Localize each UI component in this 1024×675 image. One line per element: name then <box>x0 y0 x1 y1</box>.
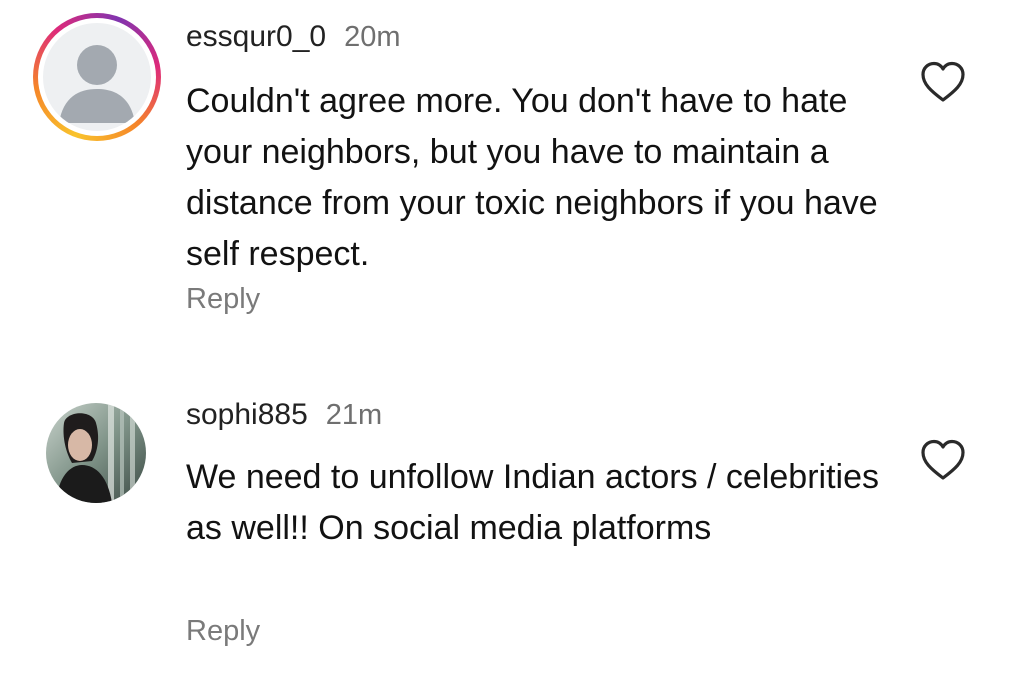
heart-outline-icon[interactable] <box>919 438 967 482</box>
default-user-avatar-icon <box>43 23 151 131</box>
avatar-ring-gap <box>38 18 156 136</box>
comment-meta: sophi885 21m <box>186 398 382 432</box>
reply-button[interactable]: Reply <box>186 283 260 316</box>
reply-button[interactable]: Reply <box>186 615 260 648</box>
comment-text: We need to unfollow Indian actors / cele… <box>186 458 879 547</box>
timestamp: 20m <box>344 21 401 53</box>
timestamp: 21m <box>325 399 383 431</box>
username[interactable]: essqur0_0 <box>186 20 326 54</box>
comment-item: sophi885 21m We need to unfollow Indian … <box>0 380 1024 675</box>
comment-text: Couldn't agree more. You don't have to h… <box>186 82 878 273</box>
comment-meta: essqur0_0 20m <box>186 20 401 54</box>
comment-item: essqur0_0 20m Couldn't agree more. You d… <box>0 0 1024 340</box>
username[interactable]: sophi885 <box>186 398 308 432</box>
heart-outline-icon[interactable] <box>919 60 967 104</box>
story-ring-avatar[interactable] <box>33 13 161 141</box>
